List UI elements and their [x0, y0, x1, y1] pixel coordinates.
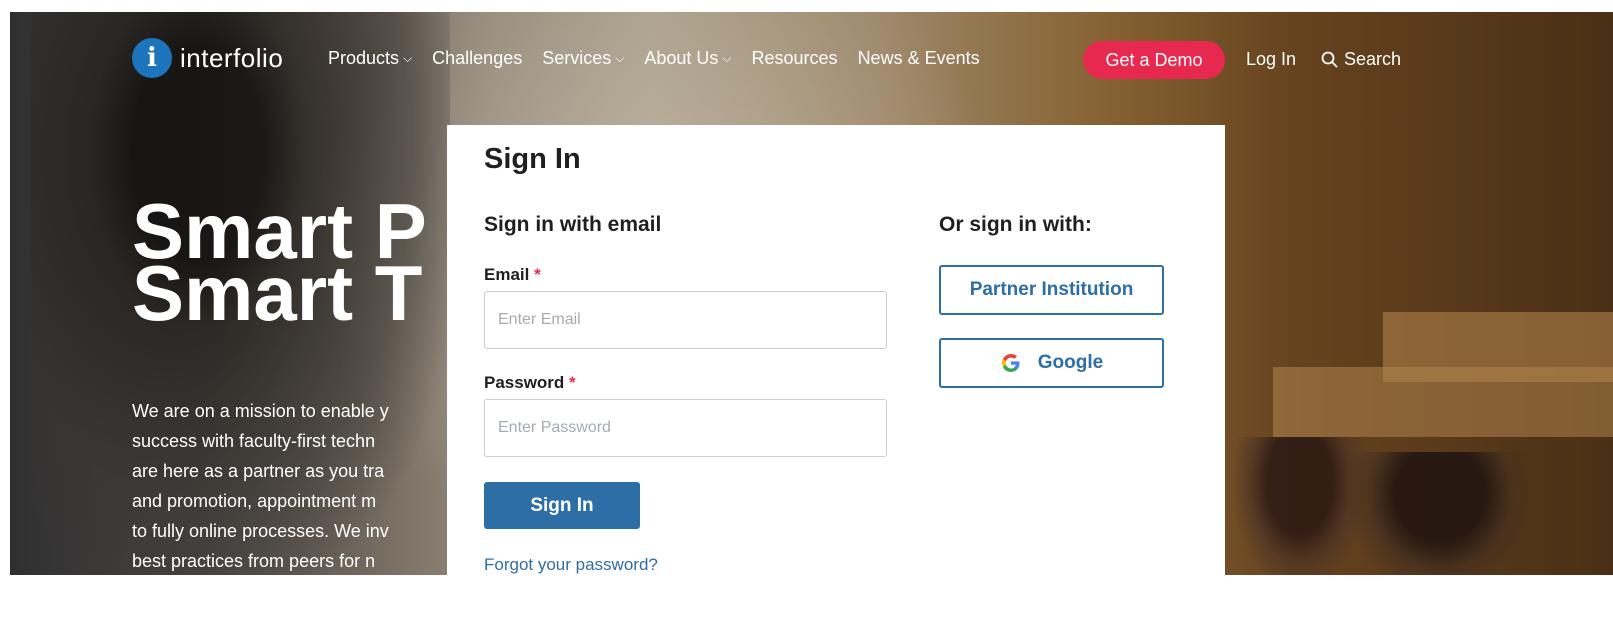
get-demo-button[interactable]: Get a Demo [1083, 41, 1225, 79]
logo[interactable]: i interfolio [132, 38, 283, 78]
nav-item-label: Resources [751, 48, 838, 68]
required-marker: * [534, 265, 541, 284]
password-label-text: Password [484, 373, 565, 392]
sign-in-modal: Sign In Sign in with email Email * Passw… [447, 125, 1225, 618]
email-section-heading: Sign in with email [484, 213, 662, 236]
hero-body-line: We are on a mission to enable y [132, 401, 389, 421]
nav-item-resources[interactable]: Resources [752, 48, 838, 69]
alt-sign-in-heading: Or sign in with: [939, 213, 1092, 236]
search-link[interactable]: Search [1321, 49, 1401, 70]
hero-body: We are on a mission to enable y success … [132, 396, 462, 576]
search-label: Search [1344, 49, 1402, 69]
hero-body-line: and promotion, appointment m [132, 491, 377, 511]
sign-in-button[interactable]: Sign In [484, 482, 640, 529]
google-label: Google [1037, 352, 1104, 373]
partner-institution-button[interactable]: Partner Institution [939, 265, 1164, 315]
chevron-down-icon: ⌵ [722, 51, 732, 65]
nav-item-about-us[interactable]: About Us ⌵ [644, 48, 731, 69]
nav-item-challenges[interactable]: Challenges [432, 48, 522, 69]
hero-title-line: Smart T [132, 249, 423, 337]
email-input[interactable] [484, 291, 887, 349]
nav-item-products[interactable]: Products ⌵ [328, 48, 412, 69]
nav-item-label: About Us [644, 48, 719, 68]
hero-body-line: are here as a partner as you tra [132, 461, 385, 481]
top-navigation: i interfolio Products ⌵ Challenges Servi… [0, 12, 1613, 88]
chevron-down-icon: ⌵ [615, 51, 625, 65]
logo-text: interfolio [180, 42, 284, 73]
interfolio-logo-icon: i [132, 38, 172, 78]
google-sign-in-button[interactable]: Google [939, 338, 1164, 388]
search-icon [1321, 51, 1338, 68]
email-label-text: Email [484, 265, 530, 284]
nav-item-label: News & Events [857, 48, 980, 68]
nav-item-news-events[interactable]: News & Events [858, 48, 980, 69]
forgot-password-link[interactable]: Forgot your password? [484, 555, 658, 575]
hero-title: Smart P Smart T [132, 192, 427, 337]
chevron-down-icon: ⌵ [403, 51, 413, 65]
password-input[interactable] [484, 399, 887, 457]
nav-item-label: Services [542, 48, 612, 68]
nav-item-label: Challenges [432, 48, 523, 68]
nav-item-label: Products [328, 48, 400, 68]
nav-item-services[interactable]: Services ⌵ [542, 48, 624, 69]
hero-body-line: success with faculty-first techn [132, 431, 376, 451]
log-in-link[interactable]: Log In [1246, 49, 1296, 70]
google-icon [1001, 354, 1020, 372]
modal-title: Sign In [484, 143, 581, 175]
hero-body-line: to fully online processes. We inv [132, 521, 389, 541]
email-label: Email * [484, 265, 541, 285]
nav-links: Products ⌵ Challenges Services ⌵ About U… [328, 48, 1000, 69]
password-label: Password * [484, 373, 576, 393]
hero-body-line: best practices from peers for n [132, 551, 376, 571]
required-marker: * [569, 373, 576, 392]
